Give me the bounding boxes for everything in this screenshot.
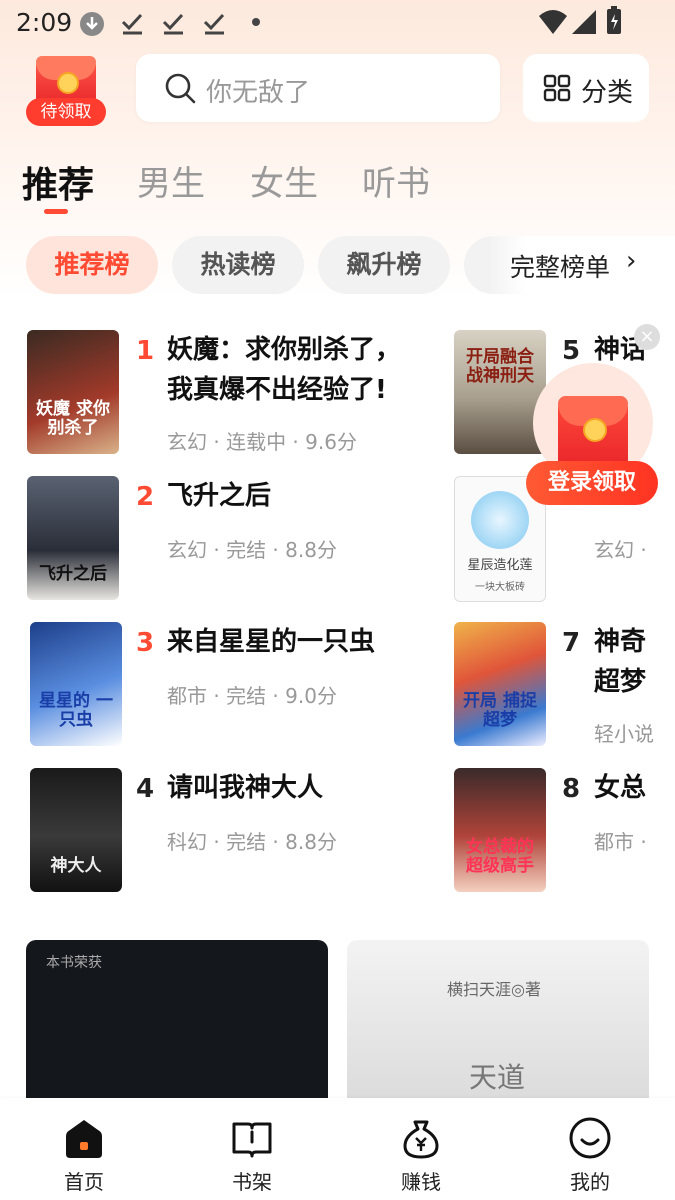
home-icon xyxy=(66,1120,102,1158)
tab-male[interactable]: 男生 xyxy=(137,156,205,205)
battery-icon xyxy=(607,6,621,34)
check-download-icon xyxy=(121,13,143,35)
book-meta: 都市 · xyxy=(594,830,647,854)
profile-icon xyxy=(569,1117,611,1159)
category-button[interactable]: 分类 xyxy=(523,54,649,122)
check-download-icon xyxy=(162,13,184,35)
book-title: 妖魔：求你别杀了， xyxy=(167,335,402,365)
nav-profile-label: 我的 xyxy=(570,1170,610,1194)
pending-red-packet-button[interactable]: 待领取 xyxy=(26,56,106,126)
red-packet-label: 待领取 xyxy=(26,98,106,126)
signal-icon xyxy=(572,10,596,34)
book-title: 请叫我神大人 xyxy=(167,773,324,803)
search-bar[interactable]: 你无敌了 xyxy=(136,54,500,122)
full-rank-label: 完整榜单 xyxy=(510,253,611,282)
nav-profile[interactable]: 我的 xyxy=(506,1098,674,1200)
active-tab-indicator xyxy=(44,209,68,214)
bottom-navigation: 首页 书架 赚钱 我的 xyxy=(0,1098,675,1200)
chip-rising-rank[interactable]: 飙升榜 xyxy=(318,236,450,294)
rank-number: 8 xyxy=(562,774,581,804)
search-placeholder: 你无敌了 xyxy=(206,78,311,108)
rank-number: 1 xyxy=(136,336,155,366)
book-title: 来自星星的一只虫 xyxy=(167,627,376,657)
book-cover: 飞升之后 xyxy=(27,476,119,600)
status-time: 2:09 xyxy=(16,8,73,37)
book-meta: 玄幻 · xyxy=(594,538,647,562)
book-title-line2: 超梦 xyxy=(594,667,647,697)
book-meta: 轻小说 xyxy=(594,722,654,746)
nav-earn[interactable]: 赚钱 xyxy=(337,1098,505,1200)
full-rank-link[interactable]: 完整榜单 › xyxy=(488,236,675,294)
book-cover: 神大人 xyxy=(30,768,122,892)
nav-bookshelf[interactable]: 书架 xyxy=(168,1098,336,1200)
book-cover: 妖魔 求你别杀了 xyxy=(27,330,119,454)
book-meta: 玄幻 · 完结 · 8.8分 xyxy=(167,538,337,562)
rank-number: 5 xyxy=(562,336,581,366)
book-cover: 星星的 一只虫 xyxy=(30,622,122,746)
book-cover: 女总裁的 超级高手 xyxy=(454,768,546,892)
nav-home-label: 首页 xyxy=(64,1170,104,1194)
chevron-right-icon: › xyxy=(626,246,637,276)
book-meta: 玄幻 · 连载中 · 9.6分 xyxy=(167,430,357,454)
money-bag-icon xyxy=(403,1120,439,1159)
wifi-icon xyxy=(539,10,567,34)
bookshelf-icon xyxy=(232,1122,272,1158)
book-cover: 开局融合 战神刑天 xyxy=(454,330,546,454)
login-claim-button[interactable]: 登录领取 xyxy=(526,461,658,505)
nav-home[interactable]: 首页 xyxy=(0,1098,168,1200)
rank-number: 7 xyxy=(562,628,581,658)
check-download-icon xyxy=(203,13,225,35)
status-bar: 2:09 xyxy=(0,0,675,46)
download-icon xyxy=(80,12,104,36)
tab-audiobook[interactable]: 听书 xyxy=(362,156,430,205)
book-cover: 开局 捕捉超梦 xyxy=(454,622,546,746)
search-icon xyxy=(165,73,196,104)
category-label: 分类 xyxy=(581,78,634,108)
book-title-line2: 我真爆不出经验了! xyxy=(167,375,387,405)
book-title: 飞升之后 xyxy=(167,481,272,511)
rank-number: 4 xyxy=(136,774,155,804)
book-meta: 都市 · 完结 · 9.0分 xyxy=(167,684,337,708)
grid-icon xyxy=(543,74,571,102)
dot-icon xyxy=(252,18,260,26)
chip-recommend-rank[interactable]: 推荐榜 xyxy=(26,236,158,294)
book-meta: 科幻 · 完结 · 8.8分 xyxy=(167,830,337,854)
tab-female[interactable]: 女生 xyxy=(250,156,318,205)
nav-earn-label: 赚钱 xyxy=(401,1170,441,1194)
chip-hot-rank[interactable]: 热读榜 xyxy=(172,236,304,294)
book-title: 女总 xyxy=(594,773,647,803)
close-icon[interactable]: × xyxy=(634,324,660,350)
rank-number: 3 xyxy=(136,628,155,658)
rank-number: 2 xyxy=(136,482,155,512)
book-title: 神奇 xyxy=(594,627,647,657)
nav-bookshelf-label: 书架 xyxy=(232,1170,272,1194)
tab-recommend[interactable]: 推荐 xyxy=(22,156,94,208)
